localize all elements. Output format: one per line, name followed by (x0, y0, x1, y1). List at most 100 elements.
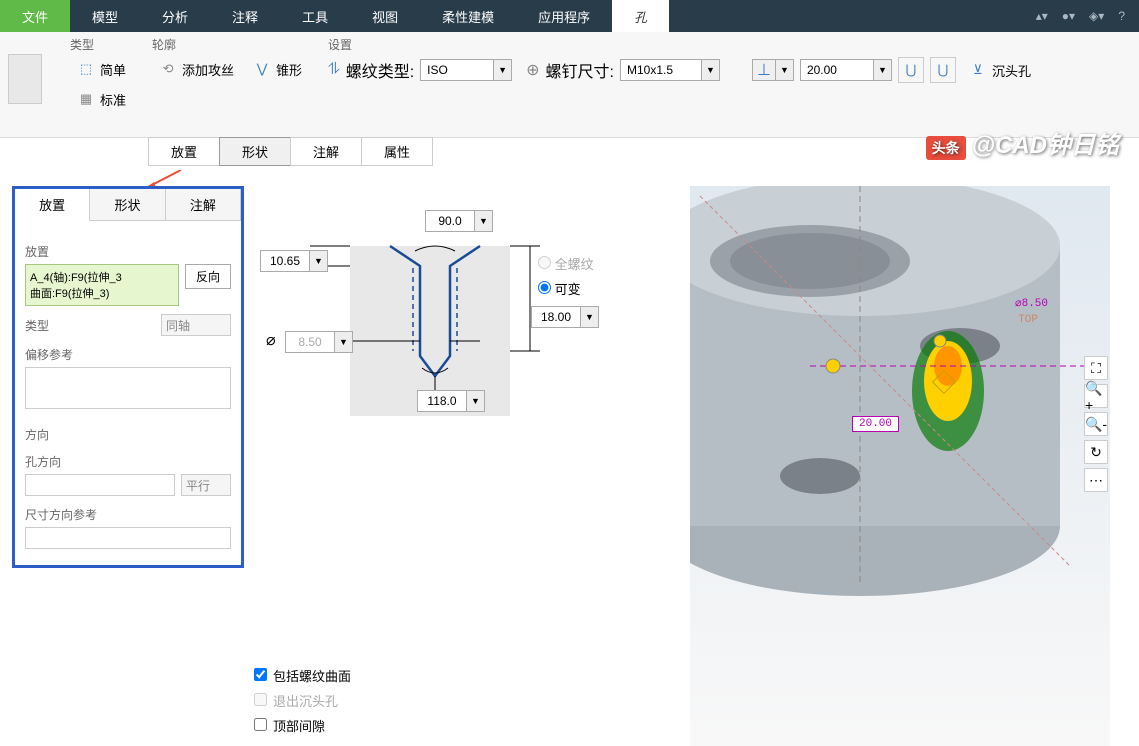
diameter-input[interactable]: ▼ (285, 331, 353, 353)
menu-right-icons: ▴▾ ●▾ ◈▾ ? (1036, 0, 1139, 32)
thread-type-input[interactable] (421, 60, 493, 80)
dim-left-input[interactable]: ▼ (260, 250, 328, 272)
group-label-settings: 设置 (328, 36, 1131, 53)
hole-type-icon[interactable] (8, 54, 42, 104)
dim-20-callout[interactable]: 20.00 (852, 416, 899, 432)
watermark: 头条@CAD钟日铭 (926, 125, 1119, 160)
options-checks: 包括螺纹曲面 退出沉头孔 顶部间隙 (254, 666, 650, 735)
tapping-icon: ⟲ (158, 59, 178, 79)
depth-icon: ⊥ (753, 60, 775, 80)
btn-u2[interactable]: ⋃ (930, 57, 956, 83)
cube-icon[interactable]: ◈▾ (1089, 9, 1104, 23)
btn-taper[interactable]: ⋁锥形 (246, 57, 308, 81)
shape-diagram-area: ▼ ▼ ▼ ▼ ⌀ ▼ 全螺纹 可变 包括螺纹曲面 退出沉头孔 顶部间隙 (250, 196, 650, 741)
thread-type-select[interactable]: ▼ (420, 59, 512, 81)
menu-model[interactable]: 模型 (70, 0, 140, 32)
dim-dir-label: 尺寸方向参考 (25, 506, 231, 523)
csink-icon: ⊻ (968, 60, 988, 80)
group-label-type: 类型 (70, 36, 132, 53)
menu-analysis[interactable]: 分析 (140, 0, 210, 32)
zoom-in-icon[interactable]: 🔍+ (1084, 384, 1108, 408)
hole-diagram: ▼ ▼ ▼ ▼ ⌀ ▼ 全螺纹 可变 (250, 196, 610, 426)
dropdown-icon[interactable]: ▼ (701, 60, 719, 80)
subtab-shape[interactable]: 形状 (219, 137, 291, 166)
offset-field[interactable] (25, 367, 231, 409)
dropdown-icon[interactable]: ▼ (309, 251, 327, 271)
menu-file[interactable]: 文件 (0, 0, 70, 32)
model-svg (690, 186, 1110, 746)
ribbon: 类型 ⬚简单 ▦标准 轮廓 ⟲添加攻丝 ⋁锥形 设置 ⥮ 螺纹类型: ▼ ⊕ 螺… (0, 32, 1139, 138)
reverse-button[interactable]: 反向 (185, 264, 231, 289)
btn-tapping[interactable]: ⟲添加攻丝 (152, 57, 240, 81)
diameter-callout: ⌀8.50 (1015, 296, 1048, 310)
btn-simple[interactable]: ⬚简单 (70, 57, 132, 81)
panel-tab-shape[interactable]: 形状 (90, 189, 165, 220)
3d-viewport[interactable]: ⌀8.50 TOP 20.00 ⛶ 🔍+ 🔍- ↻ ⋯ (690, 186, 1110, 746)
simple-icon: ⬚ (76, 59, 96, 79)
hole-dir-label: 孔方向 (25, 453, 231, 470)
dir-label: 方向 (25, 426, 231, 443)
btn-csink[interactable]: ⊻沉头孔 (962, 58, 1037, 82)
depth-dim-input[interactable]: ▼ (531, 306, 599, 328)
depth-input[interactable] (801, 60, 873, 80)
menu-flex[interactable]: 柔性建模 (420, 0, 516, 32)
subtab-attr[interactable]: 属性 (361, 137, 433, 166)
ribbon-group-type: 类型 ⬚简单 ▦标准 (70, 36, 132, 133)
screw-size-select[interactable]: ▼ (620, 59, 720, 81)
radio-variable[interactable]: 可变 (538, 279, 594, 298)
selection-list[interactable]: A_4(轴):F9(拉伸_3 曲面:F9(拉伸_3) (25, 264, 179, 306)
ribbon-group-settings: 设置 ⥮ 螺纹类型: ▼ ⊕ 螺钉尺寸: ▼ ⊥ ▼ ▼ ⋃ (328, 36, 1131, 133)
menu-apps[interactable]: 应用程序 (516, 0, 612, 32)
hole-dir-field[interactable] (25, 474, 175, 496)
dim-dir-field[interactable] (25, 527, 231, 549)
dropdown-icon[interactable]: ▼ (493, 60, 511, 80)
chk-top-gap[interactable]: 顶部间隙 (254, 716, 650, 735)
chk-exit-csink[interactable]: 退出沉头孔 (254, 691, 650, 710)
u-icon: ⋃ (901, 60, 921, 80)
help-icon[interactable]: ? (1118, 9, 1125, 23)
subtab-note[interactable]: 注解 (290, 137, 362, 166)
depth-value-select[interactable]: ▼ (800, 59, 892, 81)
diameter-symbol: ⌀ (266, 330, 276, 350)
btn-standard[interactable]: ▦标准 (70, 87, 132, 111)
panel-tab-note[interactable]: 注解 (166, 189, 241, 220)
dropdown-icon[interactable]: ▼ (466, 391, 484, 411)
menu-hole[interactable]: 孔 (612, 0, 669, 32)
refresh-icon[interactable]: ↻ (1084, 440, 1108, 464)
hole-dir-mode (181, 474, 231, 496)
more-icon[interactable]: ⋯ (1084, 468, 1108, 492)
dropdown-icon[interactable]: ▼ (474, 211, 492, 231)
screw-size-label: 螺钉尺寸: (546, 58, 614, 82)
top-label: TOP (1018, 314, 1038, 326)
menu-annotate[interactable]: 注释 (210, 0, 280, 32)
chk-thread-surface[interactable]: 包括螺纹曲面 (254, 666, 650, 685)
dropdown-icon[interactable]: ▼ (580, 307, 598, 327)
zoom-out-icon[interactable]: 🔍- (1084, 412, 1108, 436)
standard-icon: ▦ (76, 89, 96, 109)
screw-icon: ⊕ (526, 60, 539, 80)
menu-view[interactable]: 视图 (350, 0, 420, 32)
watermark-logo: 头条 (926, 136, 966, 160)
menubar: 文件 模型 分析 注释 工具 视图 柔性建模 应用程序 孔 ▴▾ ●▾ ◈▾ ? (0, 0, 1139, 32)
dropdown-icon[interactable]: ▼ (775, 60, 793, 80)
sel-item[interactable]: 曲面:F9(拉伸_3) (30, 285, 174, 301)
angle-top-input[interactable]: ▼ (425, 210, 493, 232)
dropdown-icon[interactable]: ▼ (334, 332, 352, 352)
screw-size-input[interactable] (621, 60, 701, 80)
dropdown-icon[interactable]: ▼ (873, 60, 891, 80)
btn-u1[interactable]: ⋃ (898, 57, 924, 83)
angle-bottom-input[interactable]: ▼ (417, 390, 485, 412)
depth-mode-select[interactable]: ⊥ ▼ (752, 59, 794, 81)
caret-up-icon[interactable]: ▴▾ (1036, 9, 1048, 23)
panel-tab-place[interactable]: 放置 (15, 189, 90, 221)
radio-full-thread: 全螺纹 (538, 254, 594, 273)
sel-item[interactable]: A_4(轴):F9(拉伸_3 (30, 269, 174, 285)
menu-tools[interactable]: 工具 (280, 0, 350, 32)
user-icon[interactable]: ●▾ (1062, 9, 1075, 23)
offset-label: 偏移参考 (25, 346, 231, 363)
thread-icon: ⥮ (328, 61, 340, 79)
type-label: 类型 (25, 317, 155, 334)
view-toolbar: ⛶ 🔍+ 🔍- ↻ ⋯ (1084, 356, 1108, 492)
subtab-place[interactable]: 放置 (148, 137, 220, 166)
zoom-fit-icon[interactable]: ⛶ (1084, 356, 1108, 380)
